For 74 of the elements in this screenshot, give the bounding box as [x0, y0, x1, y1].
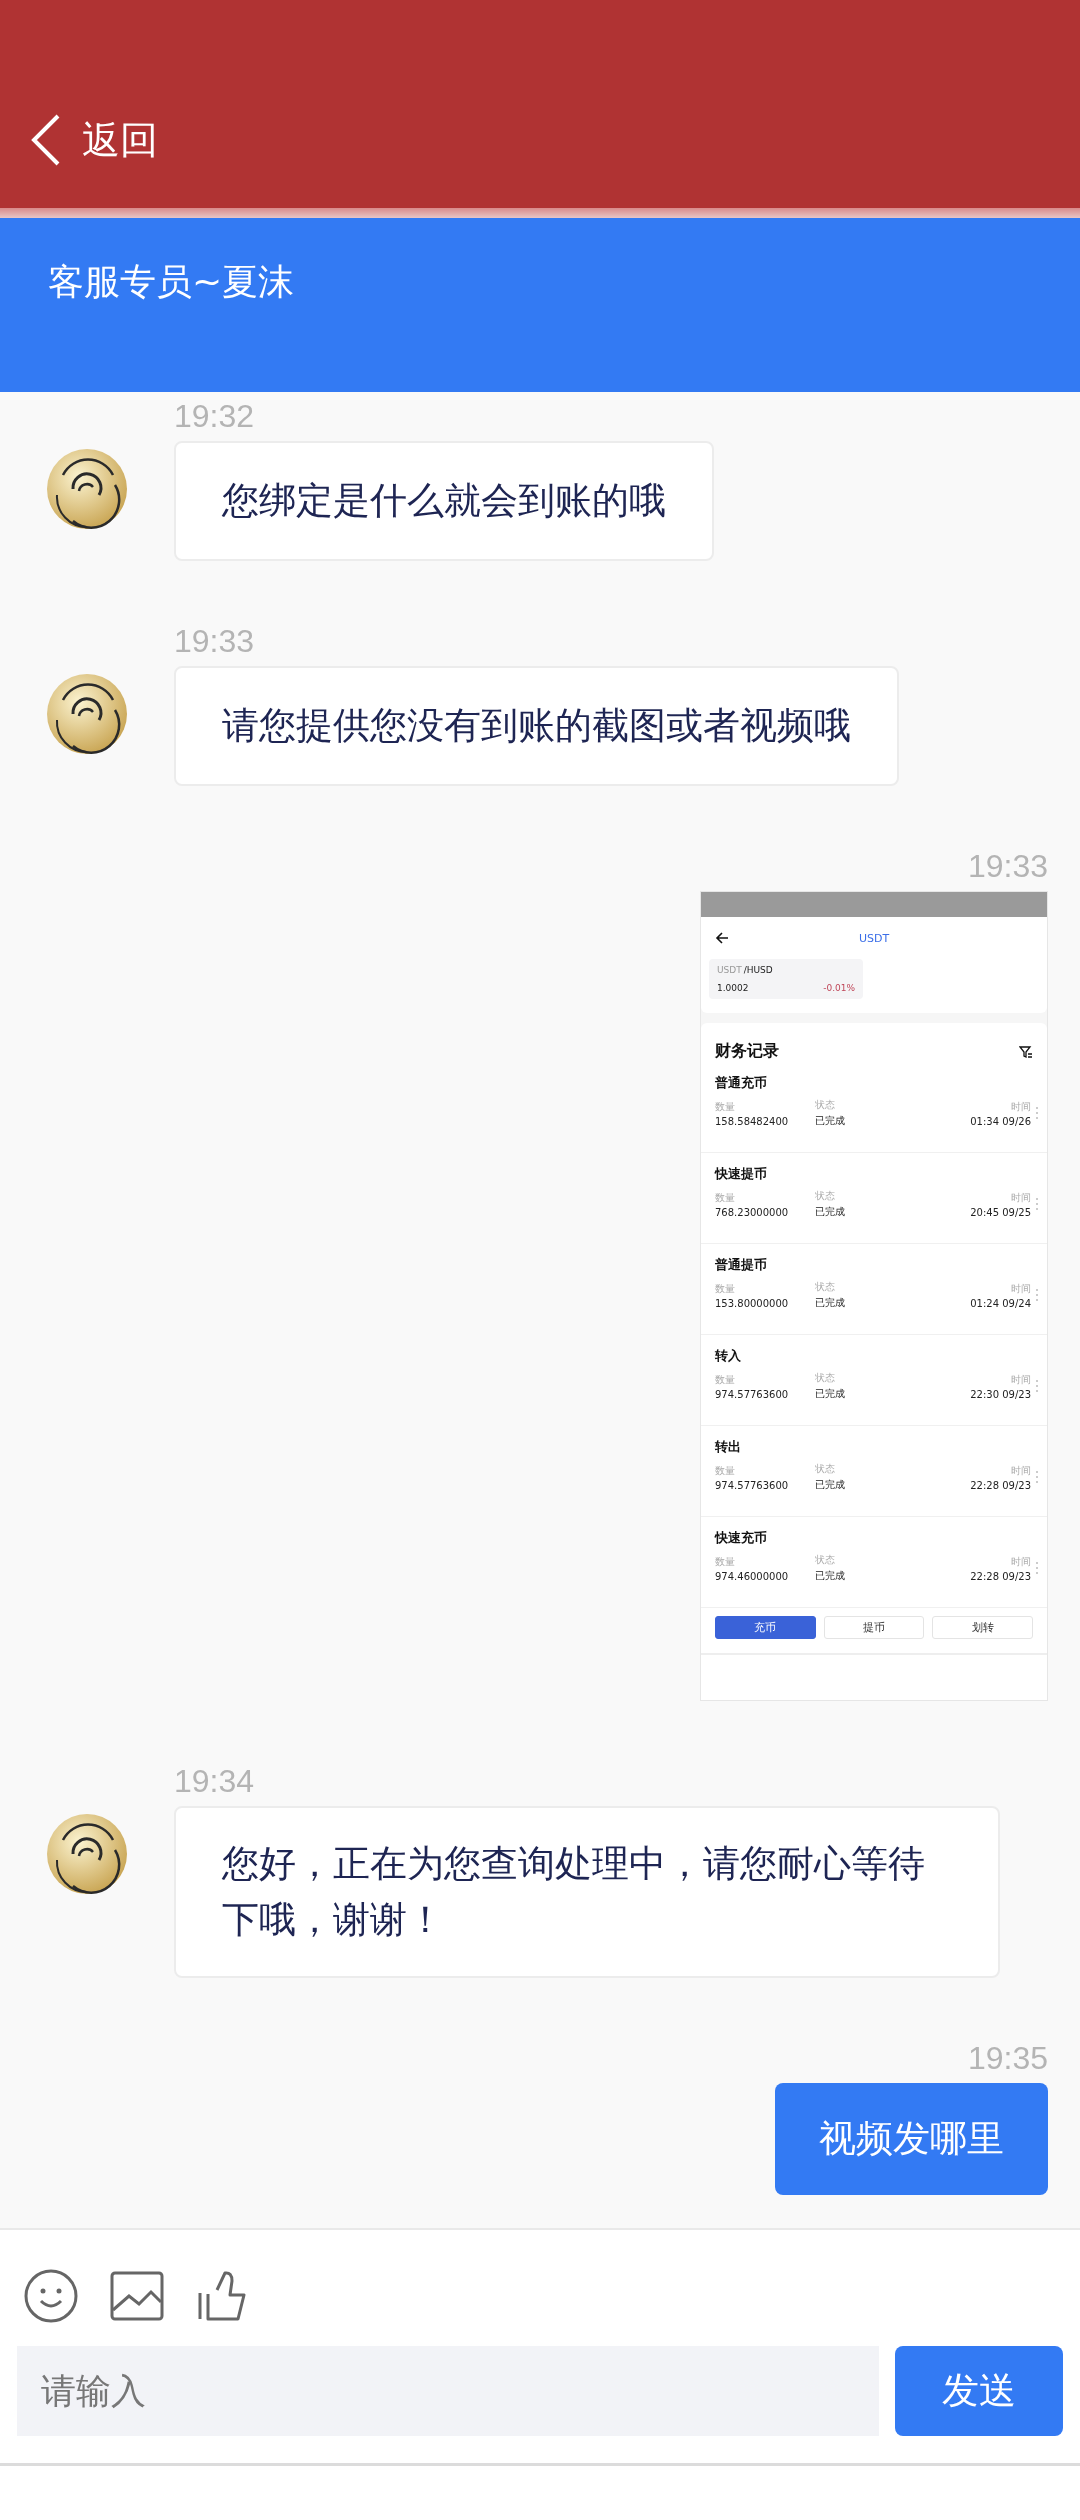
screenshot-image[interactable] — [700, 891, 1048, 1701]
action-button[interactable]: 划转 — [932, 1616, 1033, 1639]
message-bubble: 您好，正在为您查询处理中，请您耐心等待下哦，谢谢！ — [174, 1806, 1000, 1978]
record-title: 普通提币 — [715, 1256, 768, 1274]
field-value: 已完成 — [815, 1205, 846, 1219]
record-title: 转入 — [715, 1347, 742, 1365]
field-value: 22:30 09/23 — [970, 1388, 1031, 1400]
field-value: 153.80000000 — [715, 1297, 790, 1309]
more-icon — [1035, 1379, 1039, 1393]
message-time: 19:35 — [967, 2039, 1048, 2078]
more-icon — [1035, 1288, 1039, 1302]
field-value: 974.57763600 — [715, 1388, 790, 1400]
field-label: 时间 — [1011, 1554, 1031, 1569]
record-title: 转出 — [715, 1438, 742, 1456]
pair-quote: /HUSD — [743, 965, 773, 975]
field-label: 时间 — [1011, 1372, 1031, 1387]
filter-icon — [1019, 1044, 1033, 1059]
message-bubble: 您绑定是什么就会到账的哦 — [174, 441, 714, 561]
field-value: 974.46000000 — [715, 1570, 790, 1582]
field-value: 已完成 — [815, 1387, 846, 1401]
message-time: 19:32 — [174, 397, 256, 436]
field-label: 时间 — [1011, 1281, 1031, 1296]
action-button[interactable]: 提币 — [823, 1616, 925, 1639]
message-time: 19:34 — [174, 1762, 256, 1801]
field-value: 已完成 — [815, 1114, 846, 1128]
field-label: 状态 — [815, 1280, 836, 1294]
field-label: 状态 — [815, 1371, 836, 1385]
section-title: 财务记录 — [715, 1041, 779, 1062]
field-value: 20:45 09/25 — [970, 1206, 1031, 1218]
field-label: 数量 — [715, 1463, 736, 1478]
field-label: 时间 — [1011, 1190, 1031, 1205]
field-value: 22:28 09/23 — [970, 1570, 1031, 1582]
field-label: 数量 — [715, 1190, 736, 1205]
field-value: 已完成 — [815, 1478, 846, 1492]
more-icon — [1035, 1561, 1039, 1575]
pair-base: USDT — [717, 965, 742, 975]
field-label: 状态 — [815, 1098, 836, 1112]
record-title: 快速提币 — [715, 1165, 768, 1183]
chat-title: 客服专员~夏沫 — [48, 261, 295, 302]
pair-price: 1.0002 — [717, 983, 749, 993]
field-value: 158.58482400 — [715, 1115, 790, 1127]
message-time: 19:33 — [967, 847, 1048, 886]
back-arrow-icon — [715, 931, 729, 945]
field-value: 768.23000000 — [715, 1206, 790, 1218]
more-icon — [1035, 1106, 1039, 1120]
more-icon — [1035, 1197, 1039, 1211]
field-label: 数量 — [715, 1281, 736, 1296]
more-icon — [1035, 1470, 1039, 1484]
field-label: 状态 — [815, 1553, 836, 1567]
field-value: 22:28 09/23 — [970, 1479, 1031, 1491]
field-value: 01:34 09/26 — [970, 1115, 1031, 1127]
field-label: 时间 — [1011, 1099, 1031, 1114]
field-label: 数量 — [715, 1099, 736, 1114]
emoji-icon[interactable] — [23, 2268, 79, 2324]
message-bubble: 视频发哪里 — [775, 2083, 1048, 2195]
record-title: 普通充币 — [715, 1074, 768, 1092]
message-bubble: 请您提供您没有到账的截图或者视频哦 — [174, 666, 899, 786]
field-label: 状态 — [815, 1462, 836, 1476]
field-label: 数量 — [715, 1554, 736, 1569]
field-label: 数量 — [715, 1372, 736, 1387]
action-button[interactable]: 充币 — [715, 1616, 816, 1639]
field-value: 已完成 — [815, 1569, 846, 1583]
message-input[interactable]: 请输入 — [17, 2346, 879, 2436]
field-value: 01:24 09/24 — [970, 1297, 1031, 1309]
send-button[interactable]: 发送 — [895, 2346, 1063, 2436]
pair-change: -0.01% — [823, 983, 855, 993]
field-value: 已完成 — [815, 1296, 846, 1310]
message-time: 19:33 — [174, 622, 256, 661]
screen-title: USDT — [858, 931, 890, 945]
field-label: 状态 — [815, 1189, 836, 1203]
record-title: 快速充币 — [715, 1529, 768, 1547]
back-button[interactable]: 返回 — [28, 112, 158, 168]
field-value: 974.57763600 — [715, 1479, 790, 1491]
field-label: 时间 — [1011, 1463, 1031, 1478]
